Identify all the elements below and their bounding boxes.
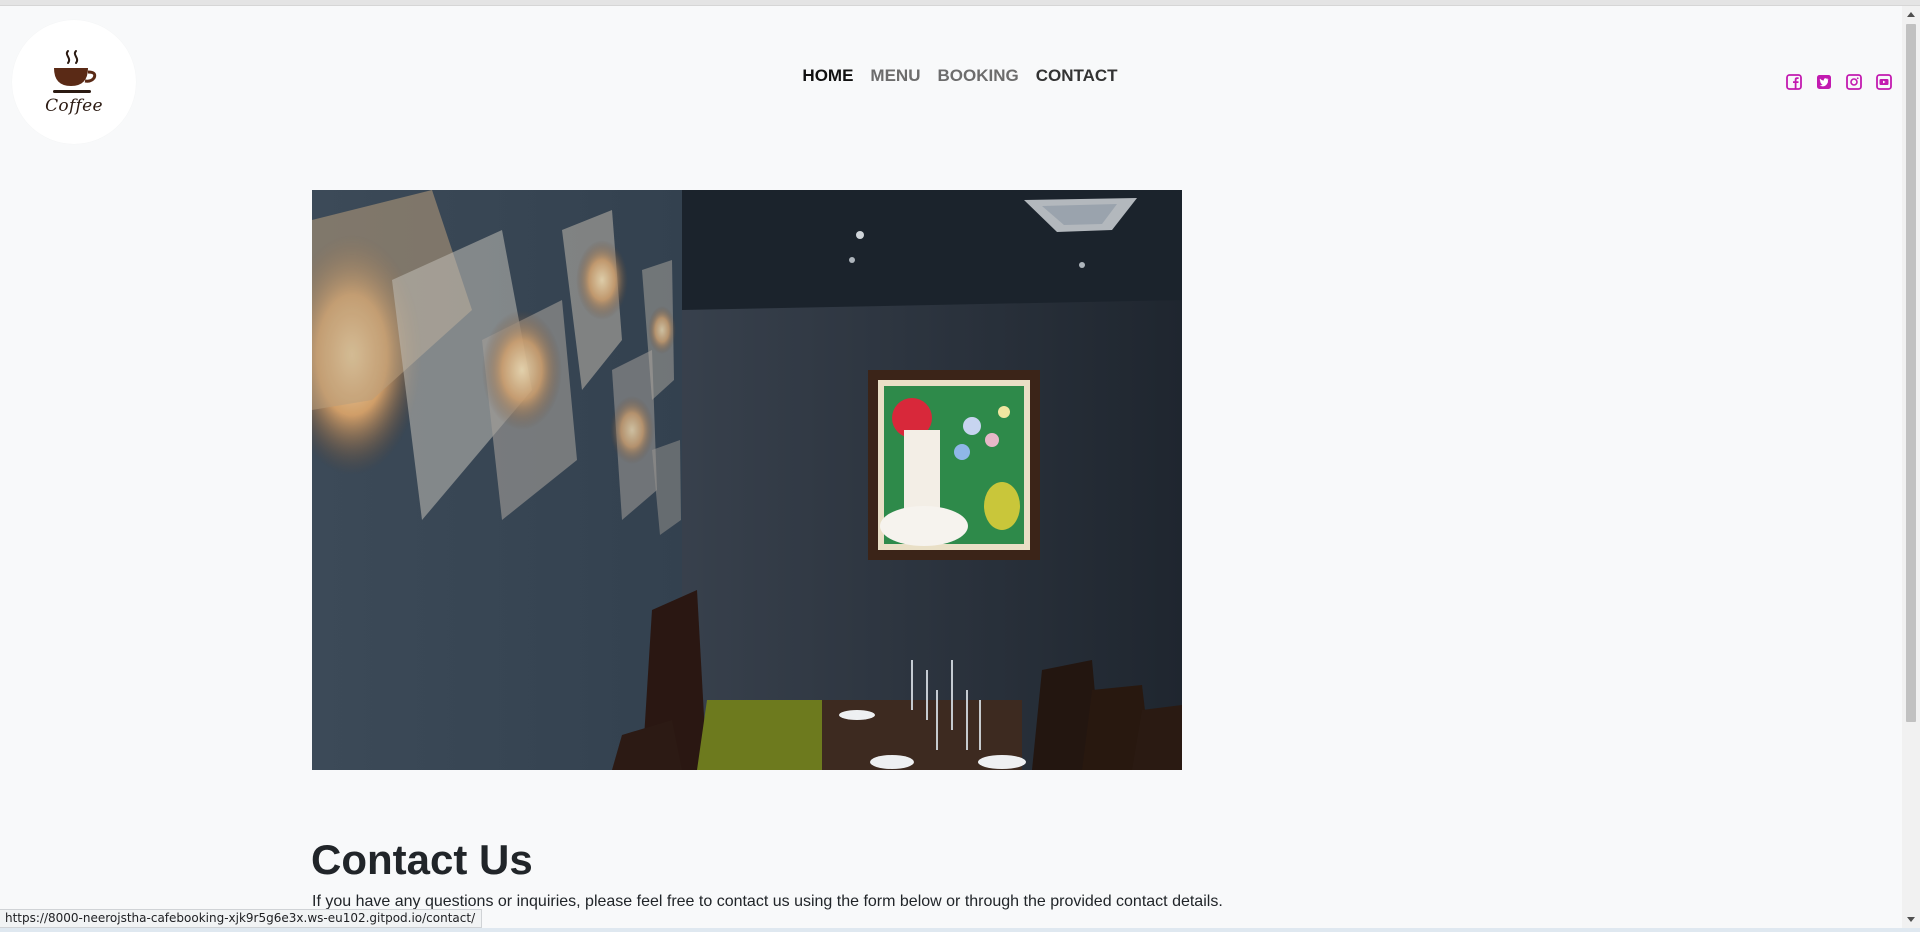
navbar: Coffee HOME MENU BOOKING CONTACT [0,6,1902,146]
contact-title: Contact Us [311,836,533,883]
social-links [1786,74,1892,90]
facebook-icon[interactable] [1786,74,1802,90]
browser-bottom-edge [0,928,1920,932]
scroll-up-arrow-icon[interactable] [1907,12,1915,17]
browser-status-url: https://8000-neerojstha-cafebooking-xjk9… [0,909,483,928]
nav-home[interactable]: HOME [802,66,853,86]
scroll-thumb[interactable] [1906,24,1916,722]
instagram-icon[interactable] [1846,74,1862,90]
restaurant-interior-photo [312,190,1182,770]
nav-contact[interactable]: CONTACT [1036,66,1118,86]
nav-booking[interactable]: BOOKING [937,66,1018,86]
photo-illustration [312,190,1182,770]
page-scrollbar[interactable] [1902,6,1920,928]
nav-menu[interactable]: MENU [870,66,920,86]
youtube-icon[interactable] [1876,74,1892,90]
twitter-icon[interactable] [1816,74,1832,90]
scroll-down-arrow-icon[interactable] [1907,917,1915,922]
main-nav: HOME MENU BOOKING CONTACT [0,6,1902,146]
